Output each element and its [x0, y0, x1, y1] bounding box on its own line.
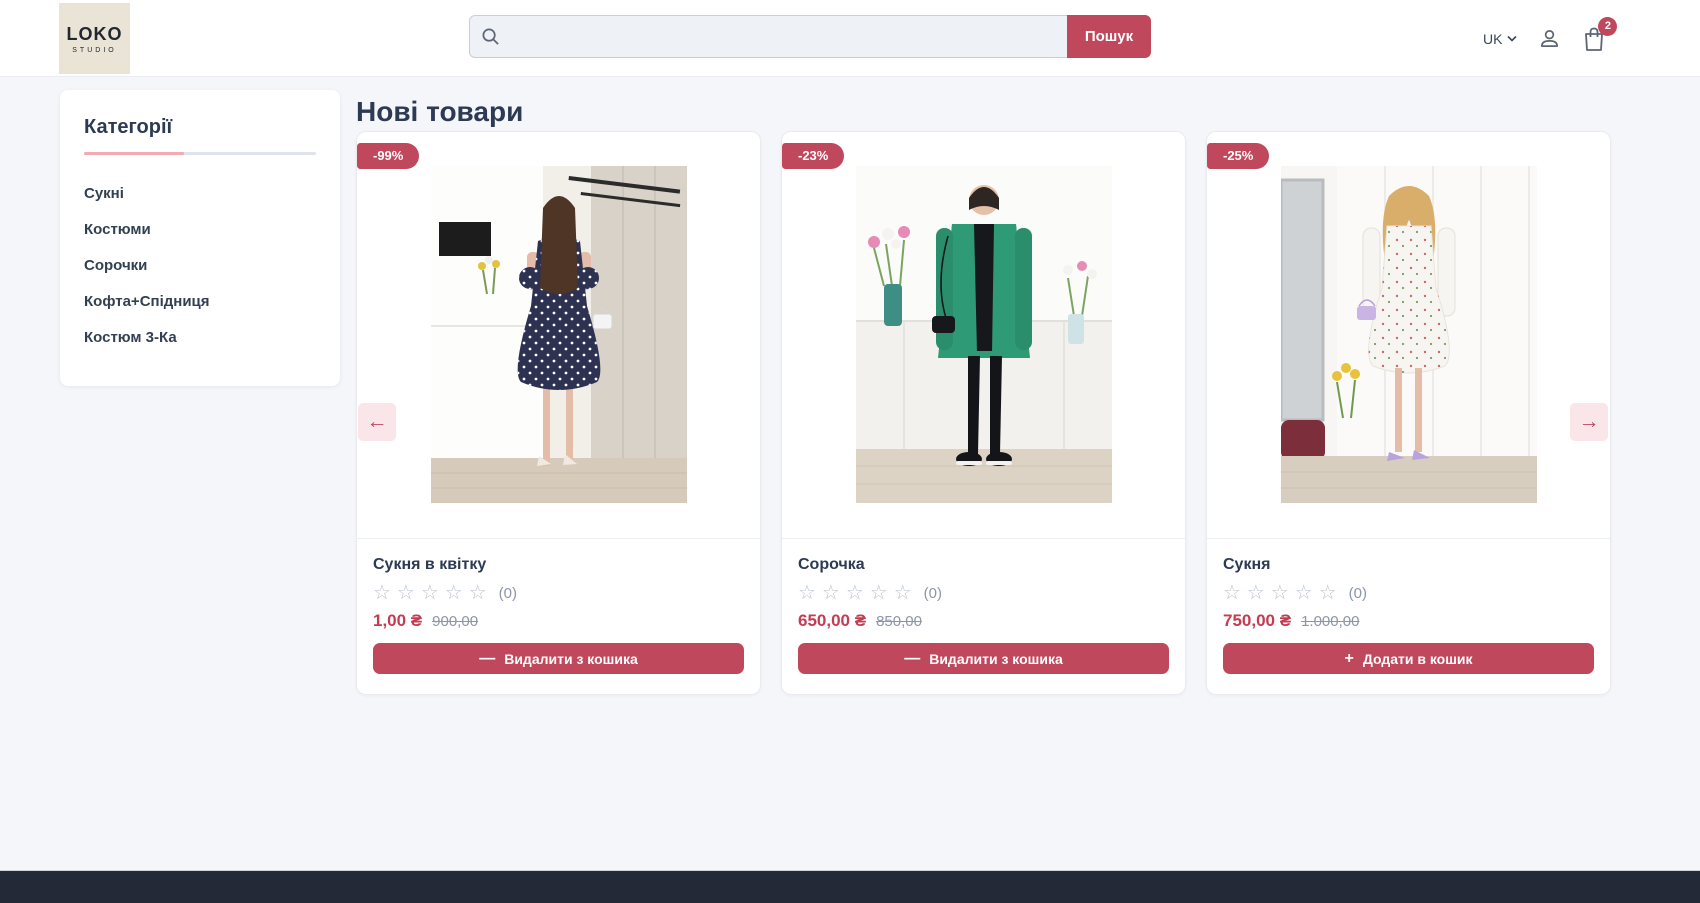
header-controls: UK 2 — [1483, 0, 1606, 77]
discount-badge: -23% — [782, 143, 844, 169]
logo-subtext: STUDIO — [72, 47, 116, 54]
search-input[interactable] — [469, 15, 1067, 58]
language-selector[interactable]: UK — [1483, 31, 1517, 47]
rating-count: (0) — [499, 585, 517, 602]
old-price: 1.000,00 — [1301, 613, 1359, 630]
carousel-next-button[interactable]: → — [1570, 403, 1608, 441]
product-info: Сукня в квітку ☆☆☆☆☆ (0) 1,00 ₴ 900,00 —… — [357, 539, 760, 694]
footer — [0, 870, 1700, 903]
chevron-down-icon — [1507, 35, 1517, 42]
search-icon — [481, 27, 500, 46]
product-name[interactable]: Сукня — [1223, 556, 1594, 574]
arrow-left-icon: ← — [367, 410, 388, 434]
product-info: Сукня ☆☆☆☆☆ (0) 750,00 ₴ 1.000,00 + Дода… — [1207, 539, 1610, 694]
search-bar: Пошук — [469, 15, 1151, 58]
storefront-page: LOKO STUDIO Пошук UK — [0, 0, 1700, 903]
price-row: 650,00 ₴ 850,00 — [798, 611, 1169, 631]
current-price: 650,00 ₴ — [798, 611, 866, 631]
add-to-cart-button[interactable]: + Додати в кошик — [1223, 643, 1594, 674]
product-info: Сорочка ☆☆☆☆☆ (0) 650,00 ₴ 850,00 — Вида… — [782, 539, 1185, 694]
page-title: Нові товари — [356, 96, 523, 128]
categories-title: Категорії — [84, 116, 316, 139]
account-button[interactable] — [1538, 27, 1561, 50]
logo[interactable]: LOKO STUDIO — [59, 3, 130, 74]
current-price: 750,00 ₴ — [1223, 611, 1291, 631]
language-label: UK — [1483, 31, 1502, 47]
current-price: 1,00 ₴ — [373, 611, 422, 631]
sidebar-item-dresses[interactable]: Сукні — [84, 176, 316, 212]
categories-divider — [84, 152, 316, 155]
carousel-prev-button[interactable]: ← — [358, 403, 396, 441]
star-icons: ☆☆☆☆☆ — [1223, 583, 1343, 603]
sidebar-item-top-skirt[interactable]: Кофта+Спідниця — [84, 284, 316, 320]
rating-count: (0) — [924, 585, 942, 602]
cart-button-label: Видалити з кошика — [504, 651, 638, 667]
product-card: -99% — [356, 131, 761, 695]
arrow-right-icon: → — [1579, 410, 1600, 434]
star-icons: ☆☆☆☆☆ — [373, 583, 493, 603]
search-button[interactable]: Пошук — [1067, 15, 1151, 58]
cart-button-label: Видалити з кошика — [929, 651, 1063, 667]
cart-count-badge: 2 — [1598, 17, 1617, 36]
old-price: 850,00 — [876, 613, 922, 630]
remove-from-cart-button[interactable]: — Видалити з кошика — [373, 643, 744, 674]
price-row: 1,00 ₴ 900,00 — [373, 611, 744, 631]
product-card: -23% — [781, 131, 1186, 695]
old-price: 900,00 — [432, 613, 478, 630]
cart-button[interactable]: 2 — [1582, 26, 1606, 52]
plus-icon: + — [1344, 651, 1353, 667]
categories-list: Сукні Костюми Сорочки Кофта+Спідниця Кос… — [84, 176, 316, 356]
rating-count: (0) — [1349, 585, 1367, 602]
logo-text: LOKO — [67, 24, 123, 45]
product-card: -25% — [1206, 131, 1611, 695]
sidebar-item-suit-3[interactable]: Костюм 3-Ка — [84, 320, 316, 356]
remove-from-cart-button[interactable]: — Видалити з кошика — [798, 643, 1169, 674]
product-photo[interactable] — [1281, 166, 1537, 503]
sidebar-item-suits[interactable]: Костюми — [84, 212, 316, 248]
cart-button-label: Додати в кошик — [1363, 651, 1473, 667]
product-name[interactable]: Сорочка — [798, 556, 1169, 574]
discount-badge: -25% — [1207, 143, 1269, 169]
price-row: 750,00 ₴ 1.000,00 — [1223, 611, 1594, 631]
product-photo[interactable] — [431, 166, 687, 503]
minus-icon: — — [904, 651, 920, 667]
categories-panel: Категорії Сукні Костюми Сорочки Кофта+Сп… — [60, 90, 340, 386]
product-rating: ☆☆☆☆☆ (0) — [373, 583, 744, 603]
discount-badge: -99% — [357, 143, 419, 169]
star-icons: ☆☆☆☆☆ — [798, 583, 918, 603]
product-name[interactable]: Сукня в квітку — [373, 556, 744, 574]
product-rating: ☆☆☆☆☆ (0) — [1223, 583, 1594, 603]
product-photo[interactable] — [856, 166, 1112, 503]
user-icon — [1538, 27, 1561, 50]
product-rating: ☆☆☆☆☆ (0) — [798, 583, 1169, 603]
minus-icon: — — [479, 651, 495, 667]
header: LOKO STUDIO Пошук UK — [0, 0, 1700, 77]
sidebar-item-shirts[interactable]: Сорочки — [84, 248, 316, 284]
